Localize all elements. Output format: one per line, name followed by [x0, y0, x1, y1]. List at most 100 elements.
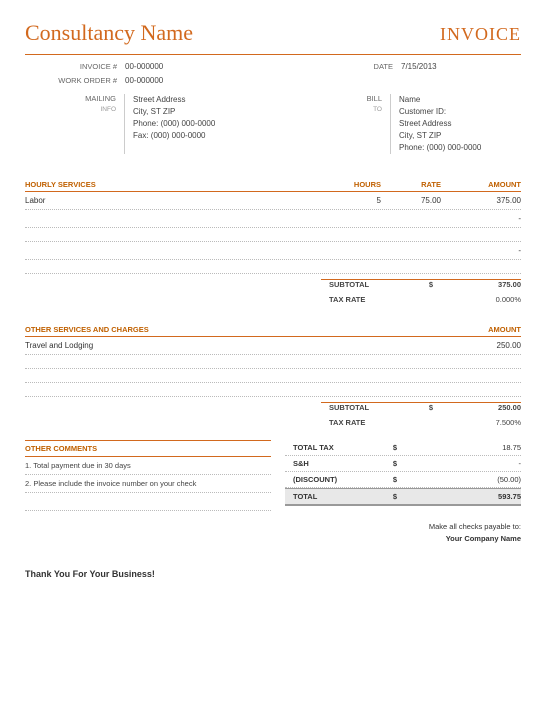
hourly-row-4: - [25, 242, 521, 260]
cell-amount [441, 232, 521, 237]
hourly-subtotal-block: SUBTOTAL $ 375.00 TAX RATE 0.000% [25, 276, 521, 307]
meta-invoice-row: INVOICE # 00-000000 DATE 7/15/2013 [25, 61, 521, 72]
billto-body: Name Customer ID: Street Address City, S… [391, 94, 521, 154]
billto-line-3: Street Address [399, 118, 521, 130]
mailing-sublabel: INFO [100, 106, 116, 113]
discount-cur: $ [385, 475, 405, 484]
cell-desc [25, 387, 441, 392]
cell-hours [321, 264, 381, 269]
billto-line-1: Name [399, 94, 521, 106]
hourly-header-amount: AMOUNT [441, 180, 521, 189]
cell-hours [321, 232, 381, 237]
mailing-line-4: Fax: (000) 000-0000 [133, 130, 351, 142]
other-section-header: OTHER SERVICES AND CHARGES AMOUNT [25, 321, 521, 337]
tax-val: 18.75 [405, 443, 521, 452]
totals-sh-row: S&H $ - [285, 456, 521, 472]
cell-amount [441, 373, 521, 378]
other-taxrate-val: 7.500% [441, 418, 521, 427]
total-val: 593.75 [405, 492, 521, 501]
comments-column: OTHER COMMENTS 1. Total payment due in 3… [25, 440, 285, 511]
comment-2: 2. Please include the invoice number on … [25, 475, 271, 493]
cell-rate: 75.00 [381, 196, 441, 205]
cell-hours [321, 246, 381, 255]
other-subtotal-block: SUBTOTAL $ 250.00 TAX RATE 7.500% [25, 399, 521, 430]
workorder-label: WORK ORDER # [25, 75, 125, 86]
hourly-taxrate-label: TAX RATE [321, 295, 421, 304]
hourly-row-5 [25, 260, 521, 274]
tax-cur: $ [385, 443, 405, 452]
cell-desc [25, 359, 441, 364]
hourly-subtotal-cur: $ [421, 279, 441, 289]
cell-rate [381, 214, 441, 223]
mailing-body: Street Address City, ST ZIP Phone: (000)… [125, 94, 351, 154]
other-row-1: Travel and Lodging 250.00 [25, 337, 521, 355]
thank-you: Thank You For Your Business! [25, 569, 521, 579]
discount-val: (50.00) [405, 475, 521, 484]
hourly-taxrate-val: 0.000% [441, 295, 521, 304]
billto-label-text: BILL [367, 94, 382, 103]
comment-blank [25, 493, 271, 511]
cell-desc [25, 264, 321, 269]
other-subtotal-val: 250.00 [441, 402, 521, 412]
cell-amount [441, 264, 521, 269]
address-row: MAILING INFO Street Address City, ST ZIP… [25, 94, 521, 154]
meta-workorder-row: WORK ORDER # 00-000000 [25, 75, 521, 86]
cell-amount: 250.00 [441, 341, 521, 350]
sh-cur: $ [385, 459, 405, 468]
totals-tax-row: TOTAL TAX $ 18.75 [285, 440, 521, 456]
hourly-row-1: Labor 5 75.00 375.00 [25, 192, 521, 210]
workorder-value: 00-000000 [125, 75, 361, 86]
comment-1: 1. Total payment due in 30 days [25, 457, 271, 475]
invoice-no-value: 00-000000 [125, 61, 361, 72]
cell-desc: Travel and Lodging [25, 341, 441, 350]
cell-desc: Labor [25, 196, 321, 205]
billto-sublabel: TO [373, 106, 382, 113]
cell-amount [441, 359, 521, 364]
total-cur: $ [385, 492, 405, 501]
company-name: Consultancy Name [25, 20, 193, 46]
mailing-line-3: Phone: (000) 000-0000 [133, 118, 351, 130]
totals-final-row: TOTAL $ 593.75 [285, 488, 521, 506]
hourly-subtotal-val: 375.00 [441, 279, 521, 289]
tax-label: TOTAL TAX [285, 443, 385, 452]
cell-amount [441, 387, 521, 392]
other-row-3 [25, 369, 521, 383]
mailing-line-1: Street Address [133, 94, 351, 106]
meta-block: INVOICE # 00-000000 DATE 7/15/2013 WORK … [25, 61, 521, 154]
header: Consultancy Name INVOICE [25, 20, 521, 46]
hourly-header-desc: HOURLY SERVICES [25, 180, 321, 189]
mailing-label: MAILING INFO [25, 94, 125, 154]
sh-label: S&H [285, 459, 385, 468]
date-label: DATE [361, 61, 401, 72]
other-row-4 [25, 383, 521, 397]
other-subtotal-cur: $ [421, 402, 441, 412]
other-row-2 [25, 355, 521, 369]
billto-line-2: Customer ID: [399, 106, 521, 118]
invoice-title: INVOICE [440, 24, 521, 45]
empty [401, 75, 521, 86]
cell-amount: - [441, 214, 521, 223]
cell-rate [381, 232, 441, 237]
cell-desc [25, 246, 321, 255]
hourly-header-hours: HOURS [321, 180, 381, 189]
other-taxrate-label: TAX RATE [321, 418, 421, 427]
hourly-section-header: HOURLY SERVICES HOURS RATE AMOUNT [25, 176, 521, 192]
discount-label: (DISCOUNT) [285, 475, 385, 484]
comments-title: OTHER COMMENTS [25, 440, 271, 457]
billto-line-5: Phone: (000) 000-0000 [399, 142, 521, 154]
cell-desc [25, 373, 441, 378]
cell-hours: 5 [321, 196, 381, 205]
mailing-line-2: City, ST ZIP [133, 106, 351, 118]
cell-desc [25, 232, 321, 237]
payable-line-2: Your Company Name [25, 533, 521, 545]
payable-block: Make all checks payable to: Your Company… [25, 521, 521, 545]
other-subtotal-label: SUBTOTAL [321, 402, 421, 412]
header-rule [25, 54, 521, 55]
hourly-header-rate: RATE [381, 180, 441, 189]
hourly-subtotal-label: SUBTOTAL [321, 279, 421, 289]
cell-hours [321, 214, 381, 223]
cell-amount: 375.00 [441, 196, 521, 205]
billto-label: BILL TO [351, 94, 391, 154]
cell-rate [381, 264, 441, 269]
hourly-row-3 [25, 228, 521, 242]
